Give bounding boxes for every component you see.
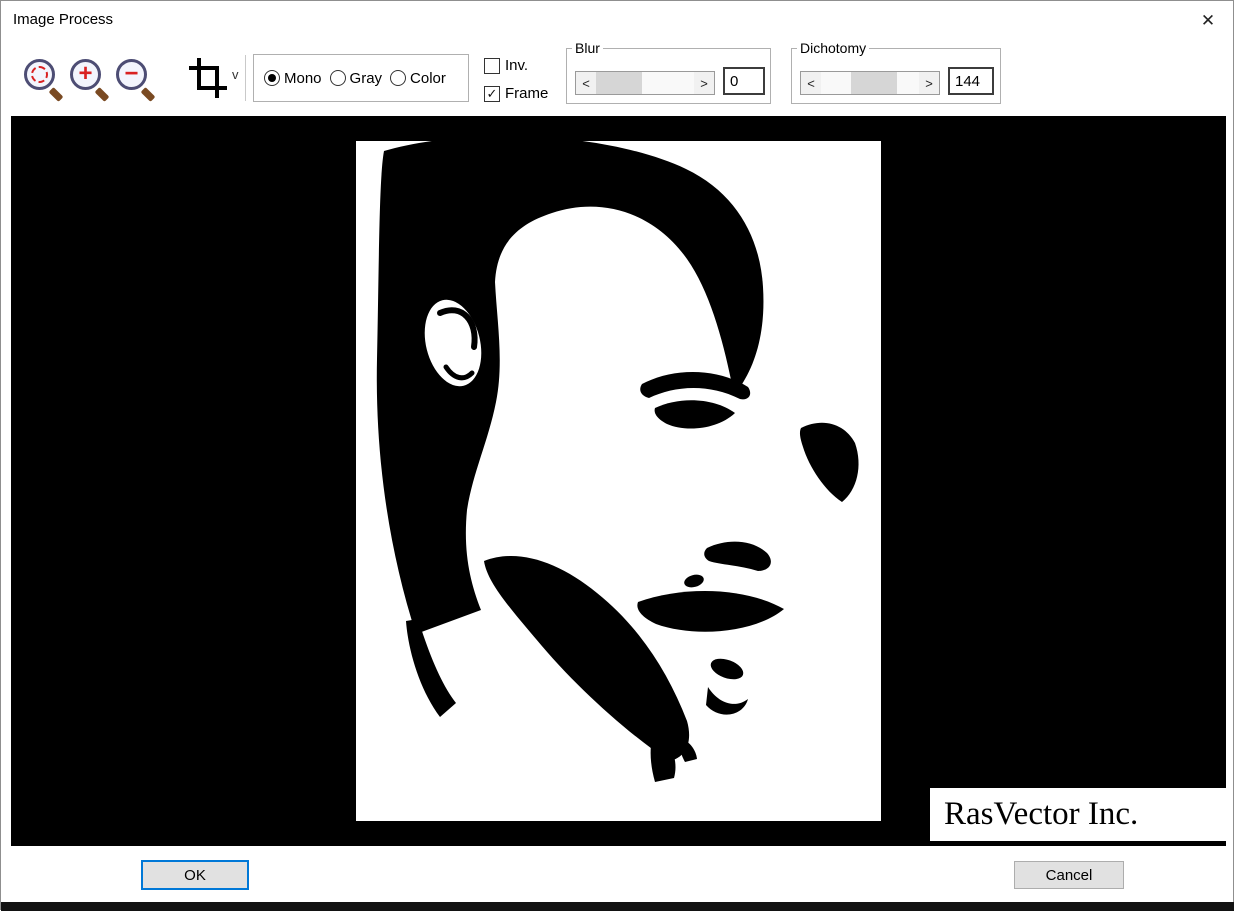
checkbox-frame[interactable]: Frame — [484, 85, 548, 102]
cancel-button[interactable]: Cancel — [1014, 861, 1124, 889]
radio-gray-label: Gray — [350, 70, 383, 87]
radio-gray[interactable]: Gray — [330, 70, 383, 87]
zoom-marquee-icon — [24, 59, 55, 90]
crop-icon — [187, 56, 227, 98]
crop-button[interactable] — [185, 55, 229, 101]
dichotomy-group: Dichotomy < > — [791, 48, 1001, 104]
dichotomy-scroll-thumb[interactable] — [851, 72, 897, 94]
zoom-in-button[interactable]: + — [67, 57, 111, 101]
watermark-label: RasVector Inc. — [930, 788, 1226, 841]
scroll-right-arrow-icon[interactable]: > — [694, 72, 714, 94]
radio-color-label: Color — [410, 70, 446, 87]
window-title: Image Process — [13, 11, 113, 28]
close-icon: ✕ — [1201, 11, 1215, 31]
checkbox-icon — [484, 86, 500, 102]
dichotomy-group-label: Dichotomy — [797, 40, 869, 56]
blur-scroll-thumb[interactable] — [596, 72, 642, 94]
checkbox-inv[interactable]: Inv. — [484, 57, 528, 74]
checkbox-icon — [484, 58, 500, 74]
checkbox-frame-label: Frame — [505, 85, 548, 102]
radio-mono[interactable]: Mono — [264, 70, 322, 87]
preview-image — [356, 141, 881, 821]
image-process-dialog: Image Process ✕ + − v Mono Gray — [0, 0, 1234, 910]
toolbar-divider — [245, 55, 246, 101]
radio-color[interactable]: Color — [390, 70, 446, 87]
radio-circle-icon — [330, 70, 346, 86]
radio-circle-icon — [264, 70, 280, 86]
blur-value-input[interactable] — [723, 67, 765, 95]
crop-dropdown[interactable]: v — [232, 67, 239, 82]
dichotomy-scroll-track[interactable] — [821, 72, 919, 94]
dichotomy-value-input[interactable] — [948, 67, 994, 95]
portrait-graphic — [356, 141, 881, 821]
zoom-in-icon: + — [70, 59, 101, 90]
image-canvas[interactable]: RasVector Inc. — [11, 116, 1226, 846]
zoom-out-button[interactable]: − — [113, 57, 157, 101]
radio-circle-icon — [390, 70, 406, 86]
radio-mono-label: Mono — [284, 70, 322, 87]
checkbox-inv-label: Inv. — [505, 57, 528, 74]
blur-group: Blur < > — [566, 48, 771, 104]
magnifier-handle-icon — [141, 87, 156, 102]
dichotomy-scrollbar[interactable]: < > — [800, 71, 940, 95]
title-bar: Image Process ✕ — [1, 1, 1233, 41]
blur-group-label: Blur — [572, 40, 603, 56]
zoom-out-icon: − — [116, 59, 147, 90]
close-button[interactable]: ✕ — [1193, 7, 1223, 35]
ok-button[interactable]: OK — [141, 860, 249, 890]
magnifier-handle-icon — [49, 87, 64, 102]
zoom-select-button[interactable] — [21, 57, 65, 101]
blur-scroll-track[interactable] — [596, 72, 694, 94]
color-mode-group: Mono Gray Color — [253, 54, 469, 102]
blur-scrollbar[interactable]: < > — [575, 71, 715, 95]
scroll-left-arrow-icon[interactable]: < — [801, 72, 821, 94]
magnifier-handle-icon — [95, 87, 110, 102]
scroll-left-arrow-icon[interactable]: < — [576, 72, 596, 94]
scroll-right-arrow-icon[interactable]: > — [919, 72, 939, 94]
